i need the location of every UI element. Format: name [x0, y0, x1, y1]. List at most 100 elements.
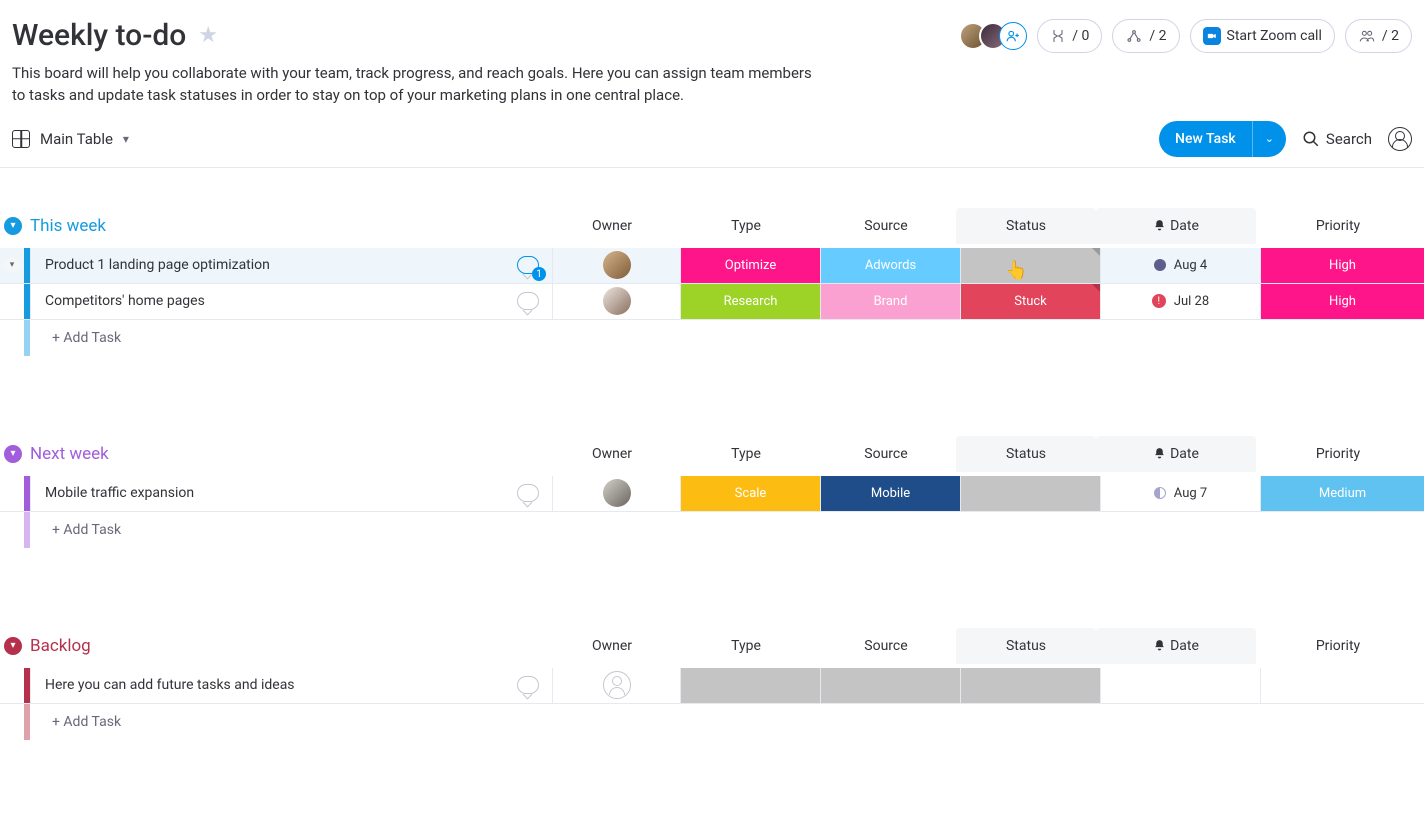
- cell-date[interactable]: Aug 4: [1100, 248, 1260, 283]
- column-type[interactable]: Type: [676, 446, 816, 462]
- group-collapse-icon[interactable]: ▾: [4, 217, 22, 235]
- cell-owner[interactable]: [552, 476, 680, 511]
- owner-avatar[interactable]: [603, 479, 631, 507]
- group-next week: ▾ Next week Owner Type Source Status Dat…: [0, 436, 1424, 548]
- group-name[interactable]: This week: [30, 216, 106, 236]
- new-task-label: New Task: [1159, 131, 1252, 147]
- cell-status[interactable]: 👆: [960, 248, 1100, 283]
- cell-priority[interactable]: Medium: [1260, 476, 1424, 511]
- group-backlog: ▾ Backlog Owner Type Source Status Date …: [0, 628, 1424, 740]
- date-indicator-icon: [1154, 259, 1166, 271]
- start-zoom-call-button[interactable]: Start Zoom call: [1190, 19, 1335, 53]
- task-name[interactable]: Product 1 landing page optimization: [30, 248, 504, 283]
- column-owner[interactable]: Owner: [548, 446, 676, 462]
- group-name[interactable]: Next week: [30, 444, 109, 464]
- column-owner[interactable]: Owner: [548, 638, 676, 654]
- column-date[interactable]: Date: [1096, 208, 1256, 244]
- search-label: Search: [1326, 130, 1372, 148]
- task-name[interactable]: Here you can add future tasks and ideas: [30, 668, 504, 703]
- person-filter-icon[interactable]: [1388, 127, 1412, 151]
- date-text: Aug 4: [1174, 258, 1207, 273]
- task-name[interactable]: Competitors' home pages: [30, 284, 504, 319]
- group-name[interactable]: Backlog: [30, 636, 91, 656]
- cell-priority[interactable]: [1260, 668, 1424, 703]
- conversation-icon[interactable]: 1: [517, 256, 539, 274]
- cursor-icon: 👆: [1005, 260, 1027, 281]
- cell-owner[interactable]: [552, 668, 680, 703]
- cell-priority[interactable]: High: [1260, 284, 1424, 319]
- cell-status[interactable]: [960, 476, 1100, 511]
- cell-status[interactable]: [960, 668, 1100, 703]
- cell-type[interactable]: Optimize: [680, 248, 820, 283]
- board-members[interactable]: [967, 22, 1027, 50]
- cell-source[interactable]: [820, 668, 960, 703]
- date-alert-icon: !: [1152, 294, 1166, 308]
- column-status[interactable]: Status: [956, 208, 1096, 244]
- new-task-dropdown[interactable]: ⌄: [1252, 121, 1286, 157]
- group-collapse-icon[interactable]: ▾: [4, 445, 22, 463]
- owner-avatar[interactable]: [603, 287, 631, 315]
- task-name[interactable]: Mobile traffic expansion: [30, 476, 504, 511]
- add-task-button[interactable]: + Add Task: [0, 704, 1424, 740]
- conversation-icon[interactable]: [517, 484, 539, 502]
- date-text: Aug 7: [1174, 486, 1207, 501]
- cell-owner[interactable]: [552, 284, 680, 319]
- column-type[interactable]: Type: [676, 218, 816, 234]
- bell-icon: [1153, 639, 1166, 652]
- column-priority[interactable]: Priority: [1256, 638, 1420, 654]
- row-expand-icon[interactable]: ▾: [4, 257, 20, 273]
- cell-priority[interactable]: High: [1260, 248, 1424, 283]
- zoom-label: Start Zoom call: [1227, 28, 1322, 44]
- new-task-button[interactable]: New Task ⌄: [1159, 121, 1286, 157]
- chevron-down-icon: ▾: [123, 132, 129, 146]
- column-source[interactable]: Source: [816, 218, 956, 234]
- conversation-icon[interactable]: [517, 292, 539, 310]
- cell-type[interactable]: Research: [680, 284, 820, 319]
- cell-source[interactable]: Mobile: [820, 476, 960, 511]
- add-task-button[interactable]: + Add Task: [0, 512, 1424, 548]
- people-counter[interactable]: / 2: [1345, 19, 1412, 53]
- bell-icon: [1153, 447, 1166, 460]
- activity-count: / 0: [1072, 28, 1089, 44]
- cell-owner[interactable]: [552, 248, 680, 283]
- bell-icon: [1153, 219, 1166, 232]
- board-description[interactable]: This board will help you collaborate wit…: [12, 63, 812, 107]
- date-progress-icon: [1154, 487, 1166, 499]
- cell-type[interactable]: [680, 668, 820, 703]
- column-date[interactable]: Date: [1096, 628, 1256, 664]
- task-row[interactable]: ▾ Product 1 landing page optimization 1 …: [0, 248, 1424, 284]
- cell-source[interactable]: Adwords: [820, 248, 960, 283]
- task-row[interactable]: Competitors' home pages Research Brand S…: [0, 284, 1424, 320]
- column-status[interactable]: Status: [956, 628, 1096, 664]
- add-task-button[interactable]: + Add Task: [0, 320, 1424, 356]
- cell-type[interactable]: Scale: [680, 476, 820, 511]
- column-owner[interactable]: Owner: [548, 218, 676, 234]
- cell-status[interactable]: Stuck: [960, 284, 1100, 319]
- column-priority[interactable]: Priority: [1256, 218, 1420, 234]
- column-priority[interactable]: Priority: [1256, 446, 1420, 462]
- conversation-icon[interactable]: [517, 676, 539, 694]
- cell-date[interactable]: Aug 7: [1100, 476, 1260, 511]
- group-collapse-icon[interactable]: ▾: [4, 637, 22, 655]
- column-source[interactable]: Source: [816, 638, 956, 654]
- invite-icon[interactable]: [999, 22, 1027, 50]
- table-icon: [12, 130, 30, 148]
- view-selector[interactable]: Main Table ▾: [12, 130, 129, 148]
- cell-date[interactable]: !Jul 28: [1100, 284, 1260, 319]
- task-row[interactable]: Mobile traffic expansion Scale Mobile Au…: [0, 476, 1424, 512]
- column-date[interactable]: Date: [1096, 436, 1256, 472]
- integrations-counter[interactable]: / 2: [1112, 19, 1179, 53]
- conversation-badge: 1: [532, 267, 546, 281]
- column-status[interactable]: Status: [956, 436, 1096, 472]
- owner-avatar-empty[interactable]: [603, 671, 631, 699]
- search-button[interactable]: Search: [1302, 130, 1372, 148]
- activity-counter[interactable]: / 0: [1037, 19, 1102, 53]
- column-type[interactable]: Type: [676, 638, 816, 654]
- cell-source[interactable]: Brand: [820, 284, 960, 319]
- cell-date[interactable]: [1100, 668, 1260, 703]
- favorite-star-icon[interactable]: ★: [198, 23, 218, 48]
- board-title[interactable]: Weekly to-do: [12, 18, 186, 53]
- column-source[interactable]: Source: [816, 446, 956, 462]
- owner-avatar[interactable]: [603, 251, 631, 279]
- task-row[interactable]: Here you can add future tasks and ideas: [0, 668, 1424, 704]
